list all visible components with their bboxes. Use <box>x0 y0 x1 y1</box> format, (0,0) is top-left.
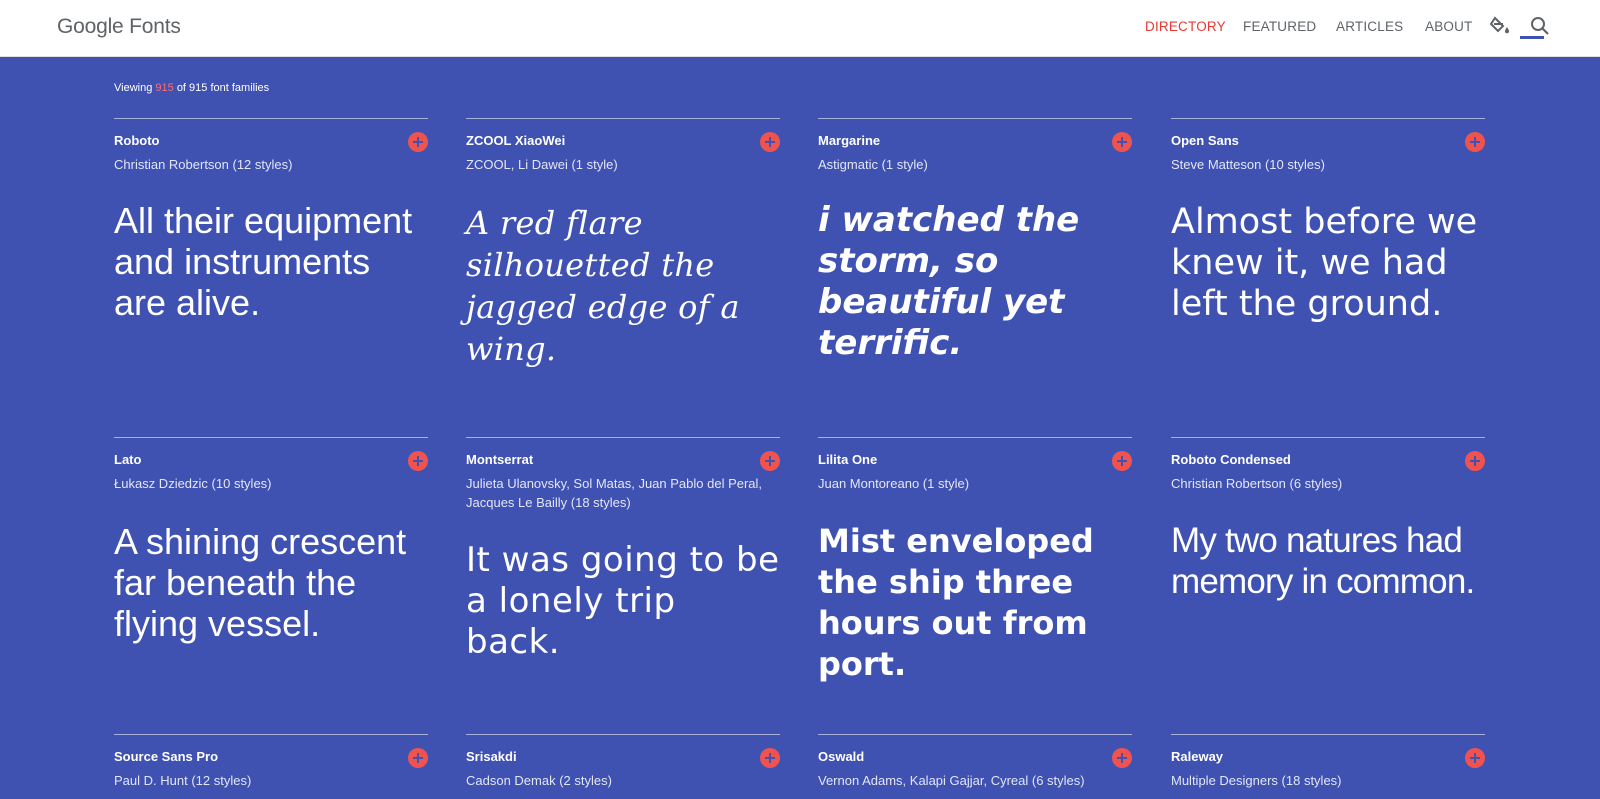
top-app-bar: Google Fonts DIRECTORY FEATURED ARTICLES… <box>0 0 1600 57</box>
font-sample-text: All their equipment and instruments are … <box>114 200 413 323</box>
font-designer: Vernon Adams, Kalapi Gajjar, Cyreal (6 s… <box>818 773 1085 788</box>
nav-directory[interactable]: DIRECTORY <box>1145 19 1226 34</box>
font-name[interactable]: Margarine <box>818 133 880 148</box>
results-count: Viewing 915 of 915 font families <box>114 82 269 94</box>
font-sample-text: A shining crescent far beneath the flyin… <box>114 521 407 644</box>
font-sample-text: My two natures had memory in common. <box>1171 521 1475 601</box>
font-designer: Cadson Demak (2 styles) <box>466 773 612 788</box>
font-sample-text: i watched the storm, so beautiful yet te… <box>818 200 1080 363</box>
font-name[interactable]: Roboto <box>114 133 159 148</box>
font-name[interactable]: Lilita One <box>818 452 877 467</box>
card-divider <box>1171 437 1485 438</box>
card-divider <box>466 734 780 735</box>
add-font-button[interactable] <box>760 132 780 152</box>
add-font-button[interactable] <box>1465 451 1485 471</box>
add-font-button[interactable] <box>408 748 428 768</box>
font-name[interactable]: Open Sans <box>1171 133 1239 148</box>
add-font-button[interactable] <box>1465 132 1485 152</box>
font-name[interactable]: Lato <box>114 452 141 467</box>
card-divider <box>466 437 780 438</box>
add-font-button[interactable] <box>760 451 780 471</box>
count-prefix: Viewing <box>114 82 153 94</box>
google-fonts-logo[interactable]: Google Fonts <box>57 15 181 39</box>
font-sample-text: It was going to be a lonely trip back. <box>466 540 780 662</box>
font-designer: Multiple Designers (18 styles) <box>1171 773 1342 788</box>
font-sample-text: A red flare silhouetted the jagged edge … <box>466 204 740 368</box>
font-name[interactable]: Source Sans Pro <box>114 749 218 764</box>
card-divider <box>818 437 1132 438</box>
nav-featured[interactable]: FEATURED <box>1243 19 1316 34</box>
card-divider <box>114 437 428 438</box>
font-designer: Julieta Ulanovsky, Sol Matas, Juan Pablo… <box>466 476 763 510</box>
font-designer: Christian Robertson (6 styles) <box>1171 476 1343 491</box>
card-divider <box>466 118 780 119</box>
count-suffix: of 915 font families <box>176 82 270 94</box>
font-sample-text: Almost before we knew it, we had left th… <box>1171 202 1478 324</box>
add-font-button[interactable] <box>760 748 780 768</box>
font-name[interactable]: Raleway <box>1171 749 1223 764</box>
font-name[interactable]: Montserrat <box>466 452 533 467</box>
card-divider <box>114 118 428 119</box>
font-designer: Paul D. Hunt (12 styles) <box>114 773 252 788</box>
card-divider <box>818 118 1132 119</box>
font-designer: Astigmatic (1 style) <box>818 157 928 172</box>
search-icon[interactable] <box>1528 14 1554 40</box>
add-font-button[interactable] <box>408 132 428 152</box>
add-font-button[interactable] <box>1112 748 1132 768</box>
card-divider <box>114 734 428 735</box>
font-designer: ZCOOL, Li Dawei (1 style) <box>466 157 618 172</box>
font-name[interactable]: Srisakdi <box>466 749 517 764</box>
add-font-button[interactable] <box>1465 748 1485 768</box>
count-shown: 915 <box>155 82 174 94</box>
font-sample-text: Mist enveloped the ship three hours out … <box>818 522 1094 683</box>
font-designer: Łukasz Dziedzic (10 styles) <box>114 476 272 491</box>
font-designer: Christian Robertson (12 styles) <box>114 157 293 172</box>
add-font-button[interactable] <box>1112 132 1132 152</box>
font-designer: Juan Montoreano (1 style) <box>818 476 970 491</box>
font-name[interactable]: Roboto Condensed <box>1171 452 1291 467</box>
add-font-button[interactable] <box>1112 451 1132 471</box>
font-name[interactable]: ZCOOL XiaoWei <box>466 133 565 148</box>
add-font-button[interactable] <box>408 451 428 471</box>
paint-bucket-icon[interactable] <box>1489 14 1515 40</box>
font-designer: Steve Matteson (10 styles) <box>1171 157 1325 172</box>
nav-about[interactable]: ABOUT <box>1425 19 1473 34</box>
nav-articles[interactable]: ARTICLES <box>1336 19 1403 34</box>
card-divider <box>1171 118 1485 119</box>
card-divider <box>1171 734 1485 735</box>
font-name[interactable]: Oswald <box>818 749 864 764</box>
card-divider <box>818 734 1132 735</box>
